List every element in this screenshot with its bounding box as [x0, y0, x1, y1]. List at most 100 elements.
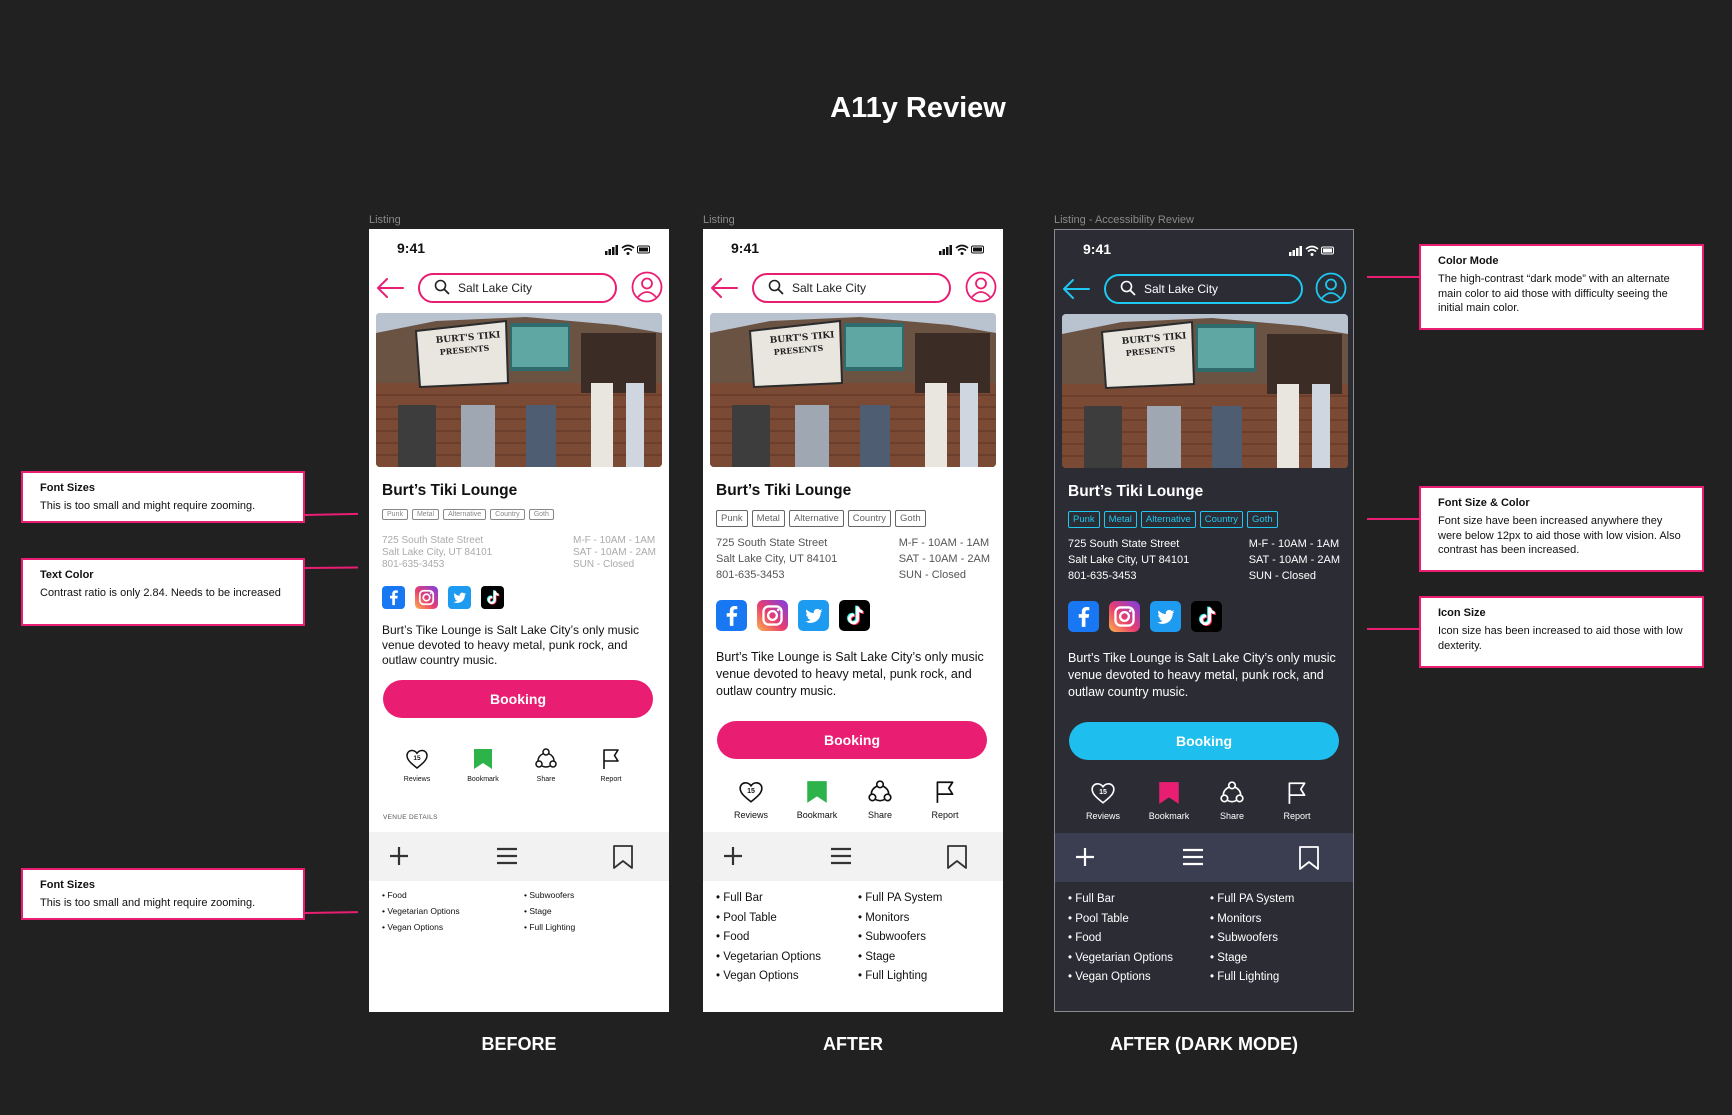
annotation-note: Color Mode The high-contrast “dark mode”…: [1419, 244, 1704, 330]
address-line: 725 South State Street: [716, 537, 828, 549]
flag-icon: [1284, 780, 1310, 811]
menu-icon[interactable]: [829, 844, 853, 873]
plus-icon[interactable]: [721, 844, 745, 873]
bottom-tab-bar: [703, 832, 1003, 881]
venue-hours: M-F - 10AM - 1AM SAT - 10AM - 2AM SUN - Cl…: [573, 535, 656, 572]
report-button[interactable]: Report: [1267, 780, 1327, 821]
genre-tag[interactable]: Goth: [895, 510, 926, 527]
annotation-leader: [304, 911, 359, 914]
action-label: Reviews: [403, 776, 431, 783]
address-line: Salt Lake City, UT 84101: [382, 547, 493, 559]
back-arrow-icon[interactable]: [707, 271, 741, 305]
reviews-button[interactable]: 15 Reviews: [721, 779, 781, 820]
share-button[interactable]: Share: [1202, 780, 1262, 821]
menu-icon[interactable]: [495, 844, 519, 873]
heart-icon: 15: [738, 779, 764, 810]
amenity-item: • Monitors: [1210, 912, 1262, 925]
amenity-item: • Subwoofers: [858, 931, 926, 943]
bookmark-button[interactable]: Bookmark: [787, 779, 847, 820]
tiktok-icon[interactable]: [1191, 601, 1222, 632]
annotation-leader: [1367, 276, 1419, 278]
bottom-tab-bar: [369, 832, 669, 881]
facebook-icon[interactable]: [1068, 601, 1099, 632]
bookmark-button[interactable]: Bookmark: [1139, 780, 1199, 821]
address-line: 725 South State Street: [382, 535, 484, 546]
tiktok-icon[interactable]: [481, 586, 504, 609]
search-input[interactable]: Salt Lake City: [418, 273, 617, 303]
profile-icon[interactable]: [965, 271, 997, 303]
hours-line: M-F - 10AM - 1AM: [898, 537, 990, 549]
genre-tag[interactable]: Metal: [411, 509, 440, 520]
genre-tag[interactable]: Country: [847, 510, 892, 527]
hours-line: SUN - Closed: [1248, 569, 1316, 582]
booking-button[interactable]: Booking: [717, 721, 987, 759]
instagram-icon[interactable]: [757, 600, 788, 631]
bookmark-button[interactable]: Bookmark: [453, 747, 513, 783]
instagram-icon[interactable]: [415, 586, 438, 609]
heart-icon: 15: [1090, 780, 1116, 811]
facebook-icon[interactable]: [382, 586, 405, 609]
venue-photo: BURT'S TIKI PRESENTS: [1062, 314, 1348, 468]
annotation-leader: [304, 566, 359, 569]
amenity-item: • Vegetarian Options: [716, 950, 822, 963]
twitter-icon[interactable]: [448, 586, 471, 609]
bookmark-outline-icon[interactable]: [611, 844, 635, 875]
frame-label: Listing: [703, 214, 735, 226]
bookmark-icon: [804, 779, 830, 810]
genre-tag[interactable]: Country: [1199, 511, 1244, 528]
share-button[interactable]: Share: [850, 779, 910, 820]
note-body: The high-contrast “dark mode” with an al…: [1438, 273, 1670, 314]
action-label: Share: [1219, 811, 1245, 821]
annotation-note: Font Size & Color Font size have been in…: [1419, 486, 1704, 572]
search-row: Salt Lake City: [369, 271, 669, 305]
menu-icon[interactable]: [1181, 845, 1205, 874]
back-arrow-icon[interactable]: [1059, 272, 1093, 306]
status-bar: 9:41: [703, 229, 1003, 265]
back-arrow-icon[interactable]: [373, 271, 407, 305]
booking-button[interactable]: Booking: [1069, 722, 1339, 760]
amenity-item: • Stage: [858, 950, 896, 963]
hours-line: SAT - 10AM - 2AM: [898, 552, 990, 565]
twitter-icon[interactable]: [798, 600, 829, 631]
profile-icon[interactable]: [631, 271, 663, 303]
plus-icon[interactable]: [387, 844, 411, 873]
genre-tag[interactable]: Punk: [1068, 511, 1100, 528]
annotation-note: Icon Size Icon size has been increased t…: [1419, 596, 1704, 668]
facebook-icon[interactable]: [716, 600, 747, 631]
amenity-item: • Full Lighting: [524, 922, 576, 932]
search-input[interactable]: Salt Lake City: [752, 273, 951, 303]
amenity-item: • Vegan Options: [382, 922, 444, 932]
genre-tag[interactable]: Alternative: [443, 509, 487, 520]
instagram-icon[interactable]: [1109, 601, 1140, 632]
venue-description: Burt’s Tike Lounge is Salt Lake City’s o…: [716, 650, 984, 698]
twitter-icon[interactable]: [1150, 601, 1181, 632]
genre-tag[interactable]: Metal: [751, 510, 785, 527]
share-icon: [867, 779, 893, 810]
reviews-button[interactable]: 15 Reviews: [387, 747, 447, 783]
report-button[interactable]: Report: [915, 779, 975, 820]
venue-photo: BURT'S TIKI PRESENTS: [376, 313, 662, 467]
booking-button[interactable]: Booking: [383, 680, 653, 718]
frame-caption: AFTER (DARK MODE): [1110, 1034, 1298, 1054]
reviews-button[interactable]: 15 Reviews: [1073, 780, 1133, 821]
genre-tag[interactable]: Punk: [382, 509, 408, 520]
plus-icon[interactable]: [1073, 845, 1097, 874]
svg-text:15: 15: [747, 788, 755, 795]
bookmark-outline-icon[interactable]: [1297, 845, 1321, 876]
share-button[interactable]: Share: [516, 747, 576, 783]
genre-tag[interactable]: Goth: [1247, 511, 1278, 528]
genre-tag[interactable]: Alternative: [788, 510, 844, 527]
report-button[interactable]: Report: [581, 747, 641, 783]
tiktok-icon[interactable]: [839, 600, 870, 631]
profile-icon[interactable]: [1315, 272, 1347, 304]
genre-tag[interactable]: Metal: [1103, 511, 1137, 528]
search-input[interactable]: Salt Lake City: [1104, 274, 1303, 304]
address-line: 801-635-3453: [382, 559, 445, 571]
genre-tag[interactable]: Goth: [528, 509, 554, 520]
bookmark-outline-icon[interactable]: [945, 844, 969, 875]
status-time: 9:41: [397, 240, 426, 256]
status-icons: [605, 242, 651, 260]
genre-tag[interactable]: Country: [490, 509, 525, 520]
genre-tag[interactable]: Alternative: [1140, 511, 1196, 528]
genre-tag[interactable]: Punk: [716, 510, 748, 527]
